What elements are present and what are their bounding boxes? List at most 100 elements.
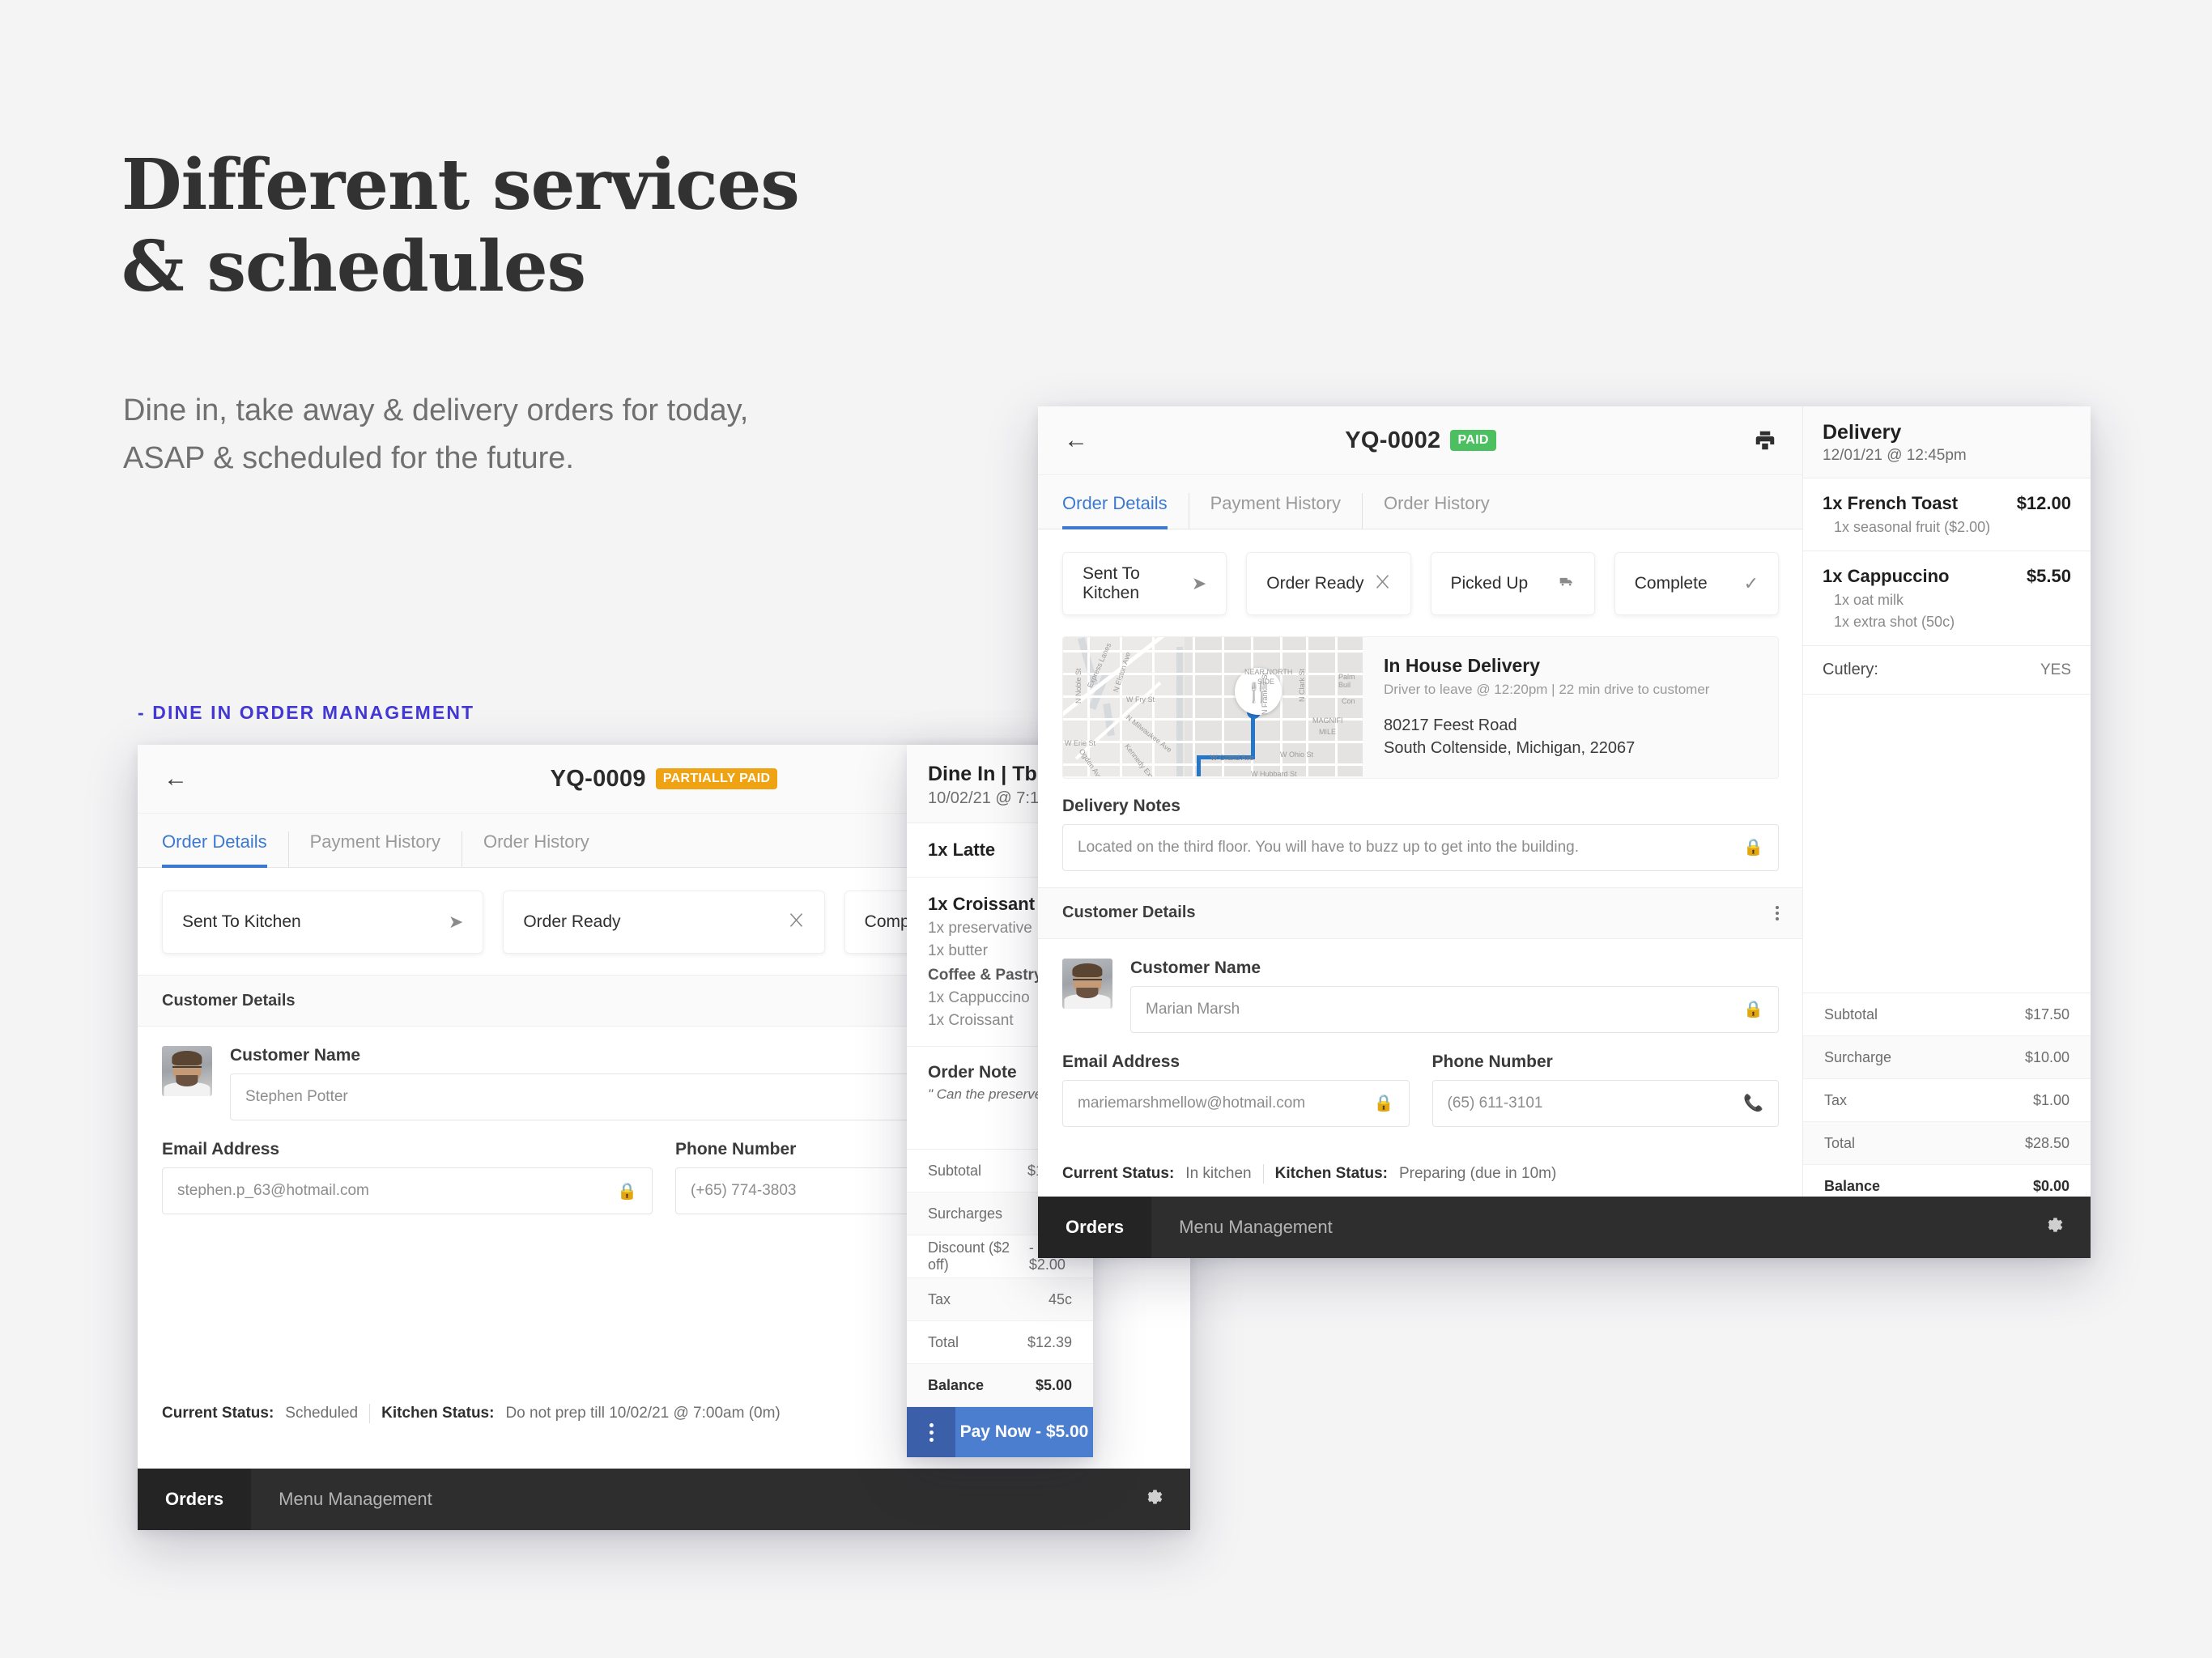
delivery-notes-input[interactable]: Located on the third floor. You will hav…: [1062, 823, 1779, 871]
status-badge: PAID: [1450, 430, 1496, 451]
section-title: Customer Details: [162, 991, 296, 1010]
email-field[interactable]: mariemarshmellow@hotmail.com 🔒: [1062, 1079, 1410, 1127]
delivery-order-summary-sidebar: Delivery 12/01/21 @ 12:45pm 1x French To…: [1802, 406, 2091, 1258]
back-arrow-icon[interactable]: ←: [1062, 427, 1090, 454]
pay-now-button[interactable]: Pay Now - $5.00: [955, 1407, 1093, 1457]
cutlery-label: Cutlery:: [1823, 661, 1878, 678]
picked-up-button[interactable]: Picked Up: [1430, 552, 1595, 615]
order-ready-label: Order Ready: [523, 912, 621, 931]
kitchen-status-label: Kitchen Status:: [1274, 1165, 1388, 1182]
sidebar-title: Delivery: [1823, 421, 1902, 444]
kicker-dine-in: - DINE IN ORDER MANAGEMENT: [138, 702, 475, 723]
delivery-tabs: Order Details Payment History Order Hist…: [1038, 475, 1803, 529]
sent-to-kitchen-button[interactable]: Sent To Kitchen ➤: [162, 891, 484, 954]
delivery-map[interactable]: 🍴 NEAR NORTH SIDE W Fry St W Erie St W O…: [1063, 637, 1363, 776]
gear-icon[interactable]: [1142, 1486, 1163, 1513]
kitchen-status-value: Preparing (due in 10m): [1398, 1165, 1557, 1182]
balance-value: $5.00: [1035, 1376, 1072, 1393]
lock-icon: 🔒: [1743, 1001, 1763, 1019]
delivery-info: In House Delivery Driver to leave @ 12:2…: [1363, 637, 1730, 778]
customer-name-value: Marian Marsh: [1146, 1000, 1240, 1018]
lock-icon: 🔒: [617, 1182, 637, 1201]
delivery-topbar: ← YQ-0002 PAID: [1038, 406, 1803, 475]
email-label: Email Address: [162, 1140, 280, 1158]
order-ready-label: Order Ready: [1266, 574, 1364, 593]
tab-payment-history[interactable]: Payment History: [1188, 493, 1362, 529]
section-title: Customer Details: [1062, 903, 1196, 922]
total-label: Subtotal: [1824, 1005, 1878, 1022]
nav-orders[interactable]: Orders: [138, 1469, 252, 1530]
total-label: Total: [1824, 1134, 1856, 1151]
delivery-type-title: In House Delivery: [1384, 655, 1541, 676]
phone-label: Phone Number: [1431, 1052, 1553, 1071]
cutlery-icon: [1374, 573, 1391, 595]
tab-order-history[interactable]: Order History: [1361, 493, 1511, 529]
page-title: Different services & schedules: [121, 144, 800, 308]
delivery-order-panel: ← YQ-0002 PAID Order Details Payment His…: [1038, 406, 2091, 1258]
table-row: Total $28.50: [1803, 1122, 2091, 1165]
total-label: Discount ($2 off): [928, 1239, 1010, 1273]
delivery-address-line2: South Coltenside, Michigan, 22067: [1384, 739, 1636, 758]
cutlery-icon: [788, 912, 805, 933]
more-vertical-icon[interactable]: [1776, 905, 1779, 920]
sidebar-datetime: 12/01/21 @ 12:45pm: [1823, 447, 1967, 464]
balance-label: Balance: [928, 1376, 985, 1393]
complete-label: Complete: [1634, 574, 1708, 593]
sent-to-kitchen-button[interactable]: Sent To Kitchen ➤: [1062, 552, 1227, 615]
gear-icon[interactable]: [2042, 1214, 2063, 1241]
nav-orders[interactable]: Orders: [1038, 1197, 1152, 1258]
item-modifier: 1x oat milk: [1834, 592, 1904, 608]
kitchen-status-value: Do not prep till 10/02/21 @ 7:00am (0m): [505, 1405, 781, 1422]
picked-up-label: Picked Up: [1450, 574, 1529, 593]
back-arrow-icon[interactable]: ←: [162, 765, 189, 793]
table-row: Tax $1.00: [1803, 1079, 2091, 1122]
sidebar-totals: Subtotal $17.50 Surcharge $10.00 Tax $1.…: [1803, 993, 2091, 1208]
nav-menu-management[interactable]: Menu Management: [1151, 1197, 1360, 1258]
delivery-driver-info: Driver to leave @ 12:20pm | 22 min drive…: [1384, 682, 1710, 697]
order-ready-button[interactable]: Order Ready: [503, 891, 825, 954]
tab-payment-history[interactable]: Payment History: [287, 831, 462, 867]
email-value: mariemarshmellow@hotmail.com: [1078, 1094, 1306, 1112]
delivery-customer-body: Customer Name Marian Marsh 🔒 Email Addre…: [1038, 939, 1803, 1127]
total-label: Surcharge: [1824, 1048, 1892, 1065]
nav-menu-management[interactable]: Menu Management: [251, 1469, 460, 1530]
avatar: [1062, 958, 1112, 1009]
delivery-notes-value: Located on the third floor. You will hav…: [1078, 838, 1579, 856]
list-item[interactable]: 1x French Toast $12.00 1x seasonal fruit…: [1803, 478, 2091, 551]
delivery-notes-block: Delivery Notes Located on the third floo…: [1038, 779, 1803, 887]
more-vertical-icon[interactable]: [907, 1407, 955, 1457]
total-value: $10.00: [2024, 1048, 2069, 1065]
printer-icon[interactable]: [1753, 428, 1777, 453]
delivery-address-line1: 80217 Feest Road: [1384, 716, 1517, 734]
item-price: $12.00: [2016, 493, 2071, 513]
complete-button[interactable]: Complete ✓: [1614, 552, 1779, 615]
tab-order-details[interactable]: Order Details: [1062, 493, 1189, 529]
total-value: $28.50: [2024, 1134, 2069, 1151]
current-status-label: Current Status:: [1062, 1165, 1175, 1182]
table-row: Total $12.39: [907, 1321, 1093, 1364]
phone-field[interactable]: (65) 611-3101 📞: [1431, 1079, 1779, 1127]
phone-value: (65) 611-3101: [1447, 1094, 1543, 1112]
item-modifier: 1x seasonal fruit ($2.00): [1834, 519, 1991, 535]
cutlery-row: Cutlery: YES: [1803, 646, 2091, 695]
delivery-order-title: YQ-0002 PAID: [1038, 427, 1803, 454]
check-icon: ✓: [1743, 573, 1759, 593]
send-icon: ➤: [448, 912, 464, 932]
tab-order-details[interactable]: Order Details: [162, 831, 288, 868]
dine-in-navbar: Orders Menu Management: [138, 1469, 1190, 1530]
table-row: Balance $5.00: [907, 1364, 1093, 1407]
email-field[interactable]: stephen.p_63@hotmail.com 🔒: [162, 1167, 653, 1214]
tab-order-history[interactable]: Order History: [461, 831, 610, 867]
balance-label: Balance: [1824, 1177, 1881, 1194]
customer-name-input[interactable]: Marian Marsh 🔒: [1130, 985, 1779, 1033]
total-label: Tax: [1824, 1091, 1848, 1108]
total-label: Total: [928, 1333, 959, 1350]
total-value: $12.39: [1027, 1333, 1072, 1350]
list-item[interactable]: 1x Cappuccino $5.50 1x oat milk 1x extra…: [1803, 551, 2091, 646]
table-row: Subtotal $17.50: [1803, 993, 2091, 1036]
total-label: Surcharges: [928, 1205, 1003, 1222]
phone-icon[interactable]: 📞: [1743, 1093, 1763, 1113]
current-status-label: Current Status:: [162, 1405, 274, 1422]
sidebar-header: Delivery 12/01/21 @ 12:45pm: [1803, 406, 2091, 478]
order-ready-button[interactable]: Order Ready: [1246, 552, 1411, 615]
